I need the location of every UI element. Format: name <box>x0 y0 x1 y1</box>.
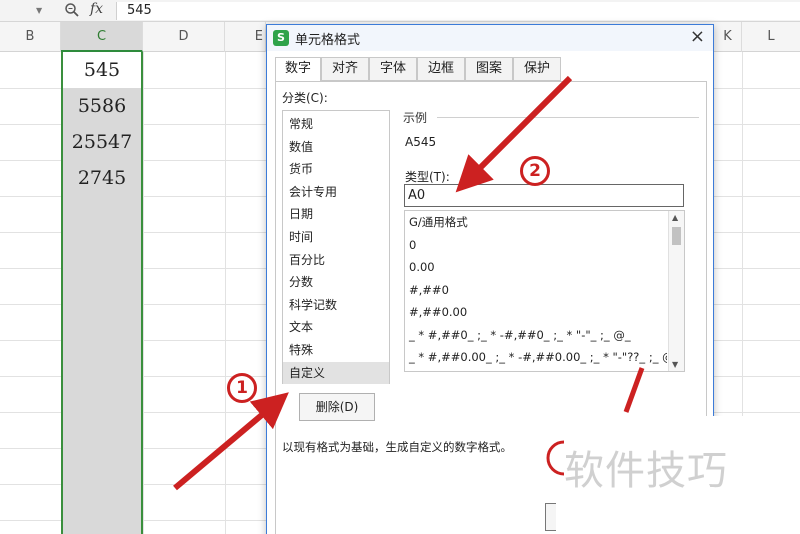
arrow-3 <box>623 367 645 413</box>
watermark-text: 软件技巧 <box>564 448 728 494</box>
arrow-2 <box>455 75 573 193</box>
screenshot-stage: ▼ fx 545 B C D E K L 545 5586 25547 2745… <box>0 0 800 534</box>
step-badge-1: 1 <box>227 373 257 403</box>
arrow-1 <box>173 392 289 491</box>
step-badge-2: 2 <box>520 156 550 186</box>
